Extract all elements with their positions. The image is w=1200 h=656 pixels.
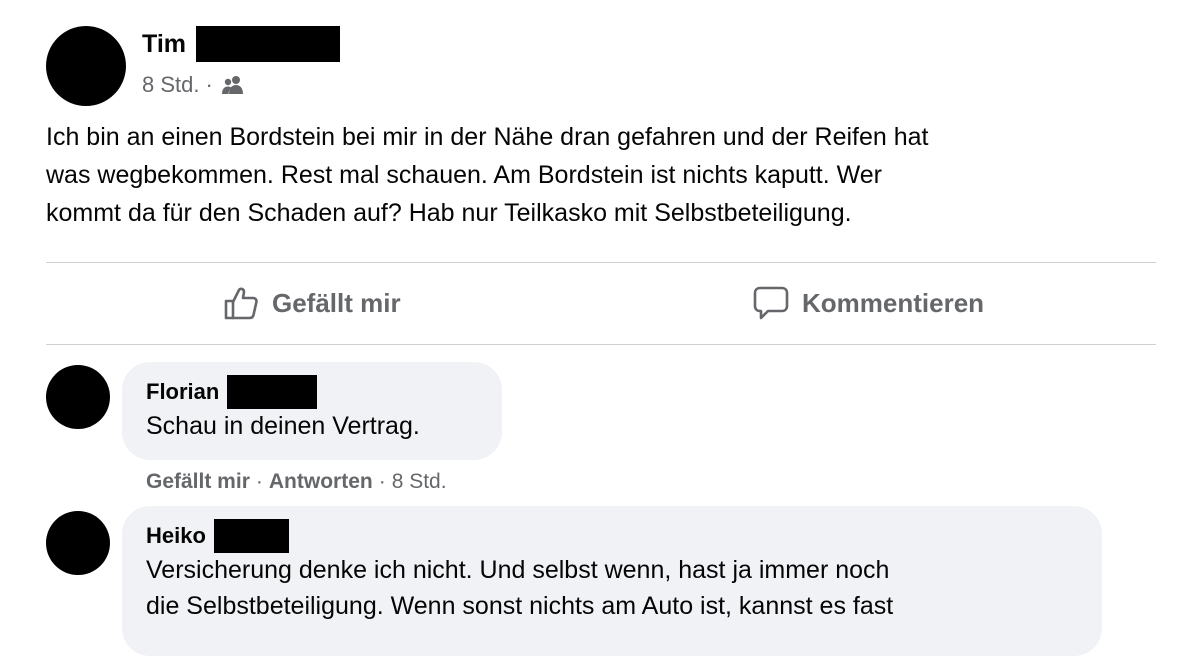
post-actions-divider-bottom xyxy=(46,344,1156,345)
commenter-line: Heiko xyxy=(146,519,1078,553)
redacted-surname-block xyxy=(213,519,289,553)
post-header: Tim 8 Std. · xyxy=(46,24,746,106)
post-author-avatar[interactable] xyxy=(46,26,126,106)
comment-bubble: Heiko Versicherung denke ich nicht. Und … xyxy=(122,506,1102,656)
commenter-name[interactable]: Heiko xyxy=(146,523,206,549)
redacted-surname-block xyxy=(196,26,340,62)
post-author-name[interactable]: Tim xyxy=(142,24,186,64)
comment-item: Florian Schau in deinen Vertrag. Gefällt… xyxy=(46,362,1156,494)
post-author-line: Tim xyxy=(142,24,340,64)
comment-button[interactable]: Kommentieren xyxy=(752,280,984,326)
comment-reply-link[interactable]: Antworten xyxy=(269,470,373,494)
comment-actions: Gefällt mir · Antworten · 8 Std. xyxy=(146,468,447,496)
commenter-avatar[interactable] xyxy=(46,365,110,429)
meta-separator: · xyxy=(205,72,213,97)
comment-text: Versicherung denke ich nicht. Und selbst… xyxy=(146,556,894,620)
like-button[interactable]: Gefällt mir xyxy=(222,280,401,326)
comment-bubble: Florian Schau in deinen Vertrag. xyxy=(122,362,502,460)
comment-action-separator: · xyxy=(378,470,386,493)
post-meta: 8 Std. · xyxy=(142,70,245,100)
comment-like-link[interactable]: Gefällt mir xyxy=(146,470,250,494)
comment-timestamp[interactable]: 8 Std. xyxy=(392,470,447,494)
comment-action-separator: · xyxy=(255,470,263,493)
commenter-name[interactable]: Florian xyxy=(146,379,219,405)
comment-button-label: Kommentieren xyxy=(802,287,985,318)
post-actions-divider-top xyxy=(46,262,1156,263)
comment-item: Heiko Versicherung denke ich nicht. Und … xyxy=(46,506,1156,656)
post-text: Ich bin an einen Bordstein bei mir in de… xyxy=(46,123,929,227)
friends-icon[interactable] xyxy=(221,74,245,96)
comment-bubble-icon xyxy=(753,286,789,320)
post-timestamp[interactable]: 8 Std. xyxy=(142,72,199,98)
commenter-line: Florian xyxy=(146,375,478,409)
thumbs-up-icon xyxy=(224,287,258,320)
commenter-avatar[interactable] xyxy=(46,511,110,575)
comment-text: Schau in deinen Vertrag. xyxy=(146,412,420,440)
redacted-surname-block xyxy=(227,375,318,409)
like-button-label: Gefällt mir xyxy=(272,287,401,318)
